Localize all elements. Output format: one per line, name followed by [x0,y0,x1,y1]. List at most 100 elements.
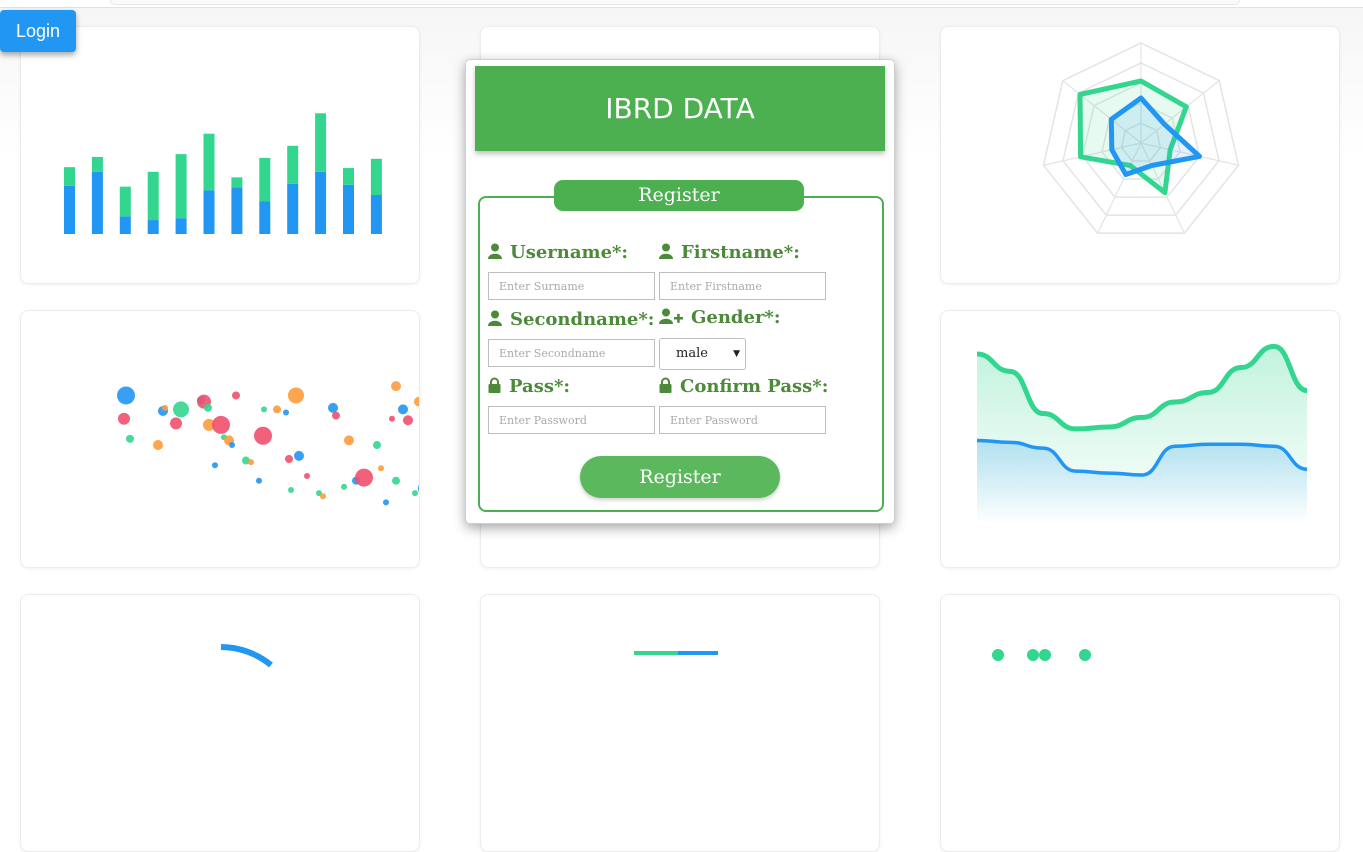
secondname-label: Secondname*: [488,309,654,330]
scatter-point [229,442,235,449]
bar [175,154,187,219]
bar [343,184,354,234]
chart-card-9 [940,594,1340,852]
confirm-pass-label: Confirm Pass*: [659,376,828,397]
password-input[interactable] [488,406,655,434]
scatter-point [412,490,418,497]
confirm-password-input[interactable] [659,406,826,434]
user-icon [659,243,673,259]
bar [231,177,243,188]
scatter-point [328,402,338,413]
scatter-point [117,386,135,405]
secondname-input[interactable] [488,339,655,367]
scatter-point [288,387,304,404]
bar [287,183,299,234]
modal-title: IBRD DATA [475,66,885,151]
pass-label: Pass*: [488,376,570,397]
scatter-point [344,435,354,446]
scatter-point [204,403,212,412]
bar [231,187,243,234]
bar [175,218,187,234]
bar [64,185,75,234]
bar [64,167,75,186]
scatter-point [288,487,294,493]
gauge-chart-card [20,594,420,852]
bar [147,220,159,234]
bar [370,195,382,234]
gender-label: Gender*: [659,307,781,328]
scatter-point [418,484,419,493]
bar [119,186,131,217]
scatter-point [294,450,304,461]
gauge-arc [220,644,273,668]
register-modal: IBRD DATA Register Username*: Firstname*… [465,59,895,524]
login-button[interactable]: Login [0,10,76,52]
bar-mark [634,651,678,655]
top-bar [110,0,1240,5]
username-label: Username*: [488,242,628,263]
bar [203,133,215,191]
bar [119,216,131,234]
chart-card-8 [480,594,880,852]
bar [315,171,327,234]
bar [370,158,382,195]
chart-preview [634,651,718,655]
scatter-point [332,411,340,420]
scatter-point [389,415,395,422]
scatter-point [398,404,408,415]
scatter-point [232,391,240,400]
firstname-label: Firstname*: [659,242,800,263]
scatter-point [248,459,254,466]
point [1079,649,1091,661]
scatter-point [173,401,189,418]
point [992,649,1004,661]
lock-icon [659,377,672,393]
scatter-point [403,415,413,426]
bar [203,190,215,234]
scatter-point [118,412,130,425]
bar [147,171,159,221]
user-icon [488,310,502,326]
chevron-down-icon: ▼ [733,349,740,359]
scatter-point [383,499,389,506]
scatter-chart-card [20,310,420,568]
username-input[interactable] [488,272,655,300]
scatter-point [355,468,373,487]
scatter-point [212,462,218,469]
scatter-point [126,434,134,443]
radar-chart-card [940,26,1340,284]
point [1039,649,1051,661]
firstname-input[interactable] [659,272,826,300]
scatter-point [304,473,310,480]
lock-icon [488,377,501,393]
scatter-point [391,381,401,392]
scatter-point [170,417,182,430]
bar [91,156,103,172]
gender-select[interactable]: male ▼ [659,338,746,370]
bar [259,157,271,202]
scatter-point [285,455,293,463]
bar [91,171,103,234]
scatter-point [212,415,230,434]
scatter-point [373,441,381,450]
register-legend: Register [554,180,804,211]
user-icon [488,243,502,259]
bar [343,168,354,185]
register-button[interactable]: Register [580,456,780,498]
bar-mark [678,651,718,655]
area-chart [976,343,1308,523]
bar-chart-card [20,26,420,284]
scatter-point [153,440,163,451]
scatter-point [254,426,272,445]
scatter-point [392,476,400,485]
scatter-chart [117,381,419,506]
point [1027,649,1039,661]
scatter-point [341,483,347,490]
user-plus-icon [659,308,683,324]
scatter-point [162,404,168,411]
scatter-point [273,405,281,414]
bar [259,201,271,234]
bar [315,113,327,172]
gauge-chart [220,644,273,668]
scatter-point [320,493,326,500]
